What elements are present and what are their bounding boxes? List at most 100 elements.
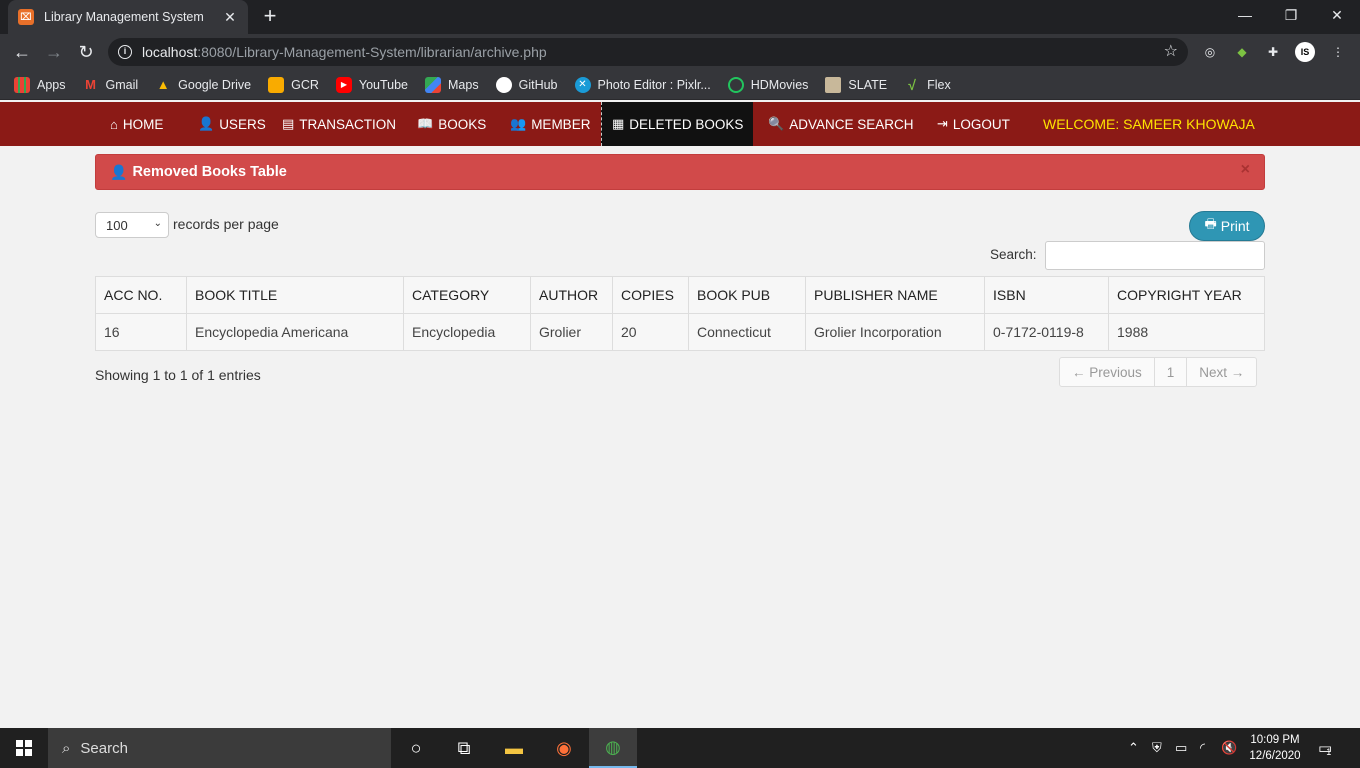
bookmark-slate[interactable]: SLATE: [825, 76, 888, 93]
back-button[interactable]: ←: [10, 40, 34, 64]
youtube-icon: ▶: [335, 76, 352, 93]
url-path: :8080/Library-Management-System/libraria…: [197, 44, 547, 60]
cortana-icon[interactable]: ○: [392, 728, 440, 768]
bookmark-label: SLATE: [848, 77, 888, 92]
table-header-row: ACC NO. BOOK TITLE CATEGORY AUTHOR COPIE…: [95, 276, 1265, 314]
user-icon: 👤: [198, 116, 215, 131]
minimize-button[interactable]: —: [1222, 0, 1268, 30]
slate-icon: [825, 76, 842, 93]
wifi-icon[interactable]: ◜: [1200, 728, 1205, 768]
bookmark-youtube[interactable]: ▶ YouTube: [335, 76, 408, 93]
close-window-button[interactable]: ✕: [1314, 0, 1360, 30]
address-bar[interactable]: i localhost:8080/Library-Management-Syst…: [108, 38, 1188, 66]
browser-tab-strip: ⌧ Library Management System ✕ + — ❐ ✕: [0, 0, 1360, 34]
nav-label: TRANSACTION: [299, 116, 397, 132]
taskbar-search-placeholder: Search: [80, 739, 128, 757]
records-per-page-label: records per page: [173, 216, 279, 232]
browser-tab[interactable]: ⌧ Library Management System ✕: [8, 0, 248, 34]
print-icon: 🖶: [1204, 216, 1217, 231]
panel-title: Removed Books Table: [132, 164, 287, 180]
taskbar-search-box[interactable]: ⌕ Search: [48, 728, 391, 768]
table-cell: 16: [95, 313, 187, 351]
reload-button[interactable]: ↻: [74, 40, 98, 64]
book-icon: 📖: [417, 116, 434, 131]
nav-advance-search[interactable]: 🔍 ADVANCE SEARCH: [758, 102, 923, 146]
volume-muted-icon[interactable]: 🔇: [1221, 728, 1237, 768]
column-header[interactable]: BOOK PUB: [688, 276, 806, 314]
search-icon: 🔍: [768, 116, 785, 131]
table-info: Showing 1 to 1 of 1 entries: [95, 367, 261, 383]
column-header[interactable]: ACC NO.: [95, 276, 187, 314]
bookmark-label: Apps: [37, 77, 66, 92]
print-button[interactable]: 🖶 Print: [1189, 211, 1265, 241]
clock-date: 12/6/2020: [1249, 750, 1301, 762]
bookmark-google-drive[interactable]: ▲ Google Drive: [155, 77, 251, 93]
restore-button[interactable]: ❐: [1268, 0, 1314, 30]
pagination: ← Previous 1 Next →: [1059, 357, 1258, 387]
start-button[interactable]: [0, 728, 48, 768]
page-number-button[interactable]: 1: [1155, 358, 1188, 386]
table-cell: 1988: [1108, 313, 1265, 351]
bookmark-gmail[interactable]: M Gmail: [83, 77, 138, 93]
search-icon: ⌕: [62, 739, 71, 757]
new-tab-button[interactable]: +: [258, 5, 282, 29]
nav-label: BOOKS: [438, 116, 487, 132]
column-header[interactable]: BOOK TITLE: [186, 276, 404, 314]
bookmark-flex[interactable]: √ Flex: [904, 77, 950, 93]
firefox-icon[interactable]: ◉: [540, 728, 588, 768]
welcome-text: WELCOME: SAMEER KHOWAJA: [1043, 116, 1255, 132]
table-cell: Encyclopedia Americana: [186, 313, 404, 351]
column-header[interactable]: CATEGORY: [403, 276, 531, 314]
column-header[interactable]: COPIES: [612, 276, 689, 314]
table-row: 16 Encyclopedia Americana Encyclopedia G…: [95, 313, 1265, 351]
xampp-favicon-icon: ⌧: [18, 9, 34, 25]
column-header[interactable]: COPYRIGHT YEAR: [1108, 276, 1265, 314]
tab-close-icon[interactable]: ✕: [222, 9, 238, 26]
nav-label: LOGOUT: [952, 116, 1010, 132]
nav-logout[interactable]: ⇥ LOGOUT: [927, 102, 1020, 146]
nav-label: USERS: [219, 116, 266, 132]
nav-deleted-books[interactable]: ▦ DELETED BOOKS: [601, 102, 753, 146]
nav-home[interactable]: ⌂ HOME: [100, 102, 173, 146]
site-info-icon[interactable]: i: [118, 45, 132, 59]
table-cell: 20: [612, 313, 689, 351]
show-hidden-icons-icon[interactable]: ⌃: [1128, 728, 1139, 768]
column-header[interactable]: ISBN: [984, 276, 1109, 314]
close-icon[interactable]: ×: [1241, 161, 1250, 179]
nav-member[interactable]: 👥 MEMBER: [500, 102, 600, 146]
bookmark-hdmovies[interactable]: HDMovies: [727, 76, 808, 93]
nav-transaction[interactable]: ▤ TRANSACTION: [272, 102, 406, 146]
bookmark-apps[interactable]: Apps: [14, 76, 66, 93]
security-shield-icon[interactable]: ⛨: [1152, 728, 1162, 768]
chrome-icon[interactable]: ◍: [589, 728, 637, 768]
file-explorer-icon[interactable]: ▬: [490, 728, 538, 768]
extensions-puzzle-icon[interactable]: ✚: [1263, 42, 1283, 62]
records-per-page-select[interactable]: 100 ⌄: [95, 212, 169, 238]
bookmark-star-icon[interactable]: ☆: [1164, 41, 1178, 61]
next-page-button[interactable]: Next →: [1187, 358, 1256, 386]
forward-button[interactable]: →: [42, 40, 66, 64]
nav-books[interactable]: 📖 BOOKS: [407, 102, 496, 146]
browser-menu-icon[interactable]: ⋮: [1328, 42, 1348, 62]
removed-books-panel-header: 👤 Removed Books Table ×: [95, 154, 1265, 190]
notifications-icon[interactable]: ▭ 1: [1318, 728, 1332, 768]
bookmark-pixlr[interactable]: ✕ Photo Editor : Pixlr...: [574, 76, 711, 93]
column-header[interactable]: AUTHOR: [530, 276, 613, 314]
list-alt-icon: ▦: [612, 116, 625, 131]
previous-page-button[interactable]: ← Previous: [1060, 358, 1155, 386]
bookmark-github[interactable]: GitHub: [495, 76, 558, 93]
nav-users[interactable]: 👤 USERS: [188, 102, 276, 146]
profile-avatar[interactable]: IS: [1295, 42, 1315, 62]
system-clock[interactable]: 10:09 PM 12/6/2020: [1244, 732, 1306, 764]
extension-colorful-icon[interactable]: ◆: [1232, 42, 1252, 62]
column-header[interactable]: PUBLISHER NAME: [805, 276, 985, 314]
battery-icon[interactable]: ▭: [1175, 728, 1187, 768]
extension-circle-icon[interactable]: ◎: [1200, 42, 1220, 62]
github-icon: [495, 76, 512, 93]
task-view-icon[interactable]: ⧉: [440, 728, 488, 768]
url-host: localhost: [142, 44, 198, 60]
bookmark-gcr[interactable]: GCR: [268, 76, 319, 93]
home-icon: ⌂: [110, 116, 118, 132]
bookmark-maps[interactable]: Maps: [425, 76, 479, 93]
search-input[interactable]: [1045, 241, 1265, 270]
